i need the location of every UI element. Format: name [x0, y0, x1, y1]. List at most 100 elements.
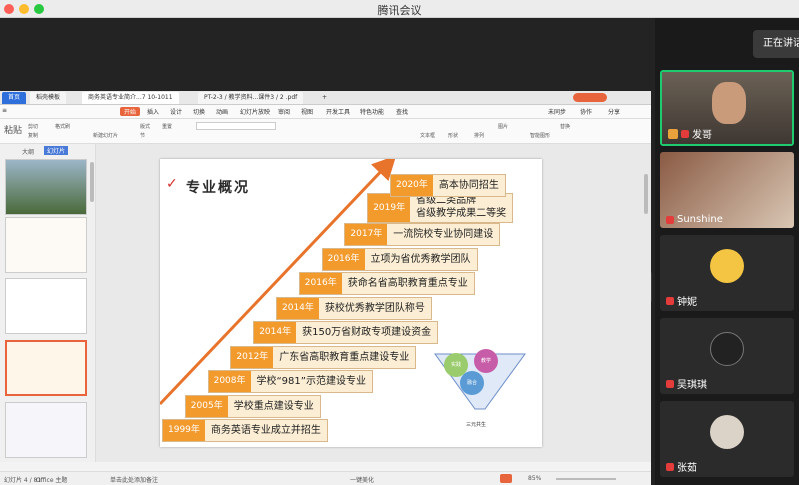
ribbon-tab-insert[interactable]: 插入	[147, 107, 159, 116]
copy-button[interactable]: 复制	[28, 132, 38, 139]
collaborate-button[interactable]: 协作	[580, 107, 592, 116]
beautify-button[interactable]: 一键美化	[350, 475, 374, 484]
mic-muted-icon	[666, 215, 674, 224]
slides-tab[interactable]: 幻灯片	[44, 146, 69, 155]
slide-thumbnail[interactable]	[5, 402, 87, 458]
ribbon-tab-view[interactable]: 视图	[301, 107, 313, 116]
ribbon-tab-design[interactable]: 设计	[170, 107, 182, 116]
participant-name: 吴琪琪	[677, 380, 707, 391]
ribbon-tab-transition[interactable]: 切换	[193, 107, 205, 116]
tab-home[interactable]: 首页	[2, 92, 27, 104]
mic-icon	[681, 129, 689, 138]
participant-tile[interactable]: Sunshine	[660, 152, 794, 228]
arrange-button[interactable]: 排列	[474, 132, 484, 139]
tab-current-ppt[interactable]: 商务英语专业简介...7 10-1011	[82, 92, 179, 104]
search-command[interactable]: 查找	[396, 107, 408, 116]
timeline-step: 2014年 获校优秀教学团队称号	[276, 296, 432, 320]
participant-tile[interactable]: 钟妮	[660, 235, 794, 311]
step-year: 2016年	[322, 248, 365, 270]
avatar	[710, 249, 744, 283]
participant-tile[interactable]: 张茹	[660, 401, 794, 477]
slide-thumbnail[interactable]	[5, 278, 87, 334]
scrollbar[interactable]	[90, 162, 94, 202]
status-bar: 幻灯片 4 / 81 Office 主题 单击此处添加备注 一键美化 85%	[0, 471, 651, 485]
step-text: 学校重点建设专业	[227, 395, 320, 417]
mic-muted-icon	[666, 379, 674, 388]
ribbon-tab-animation[interactable]: 动画	[216, 107, 228, 116]
format-painter-button[interactable]: 格式刷	[55, 123, 70, 130]
zoom-level[interactable]: 85%	[528, 475, 541, 482]
speaking-indicator: 正在讲话	[753, 30, 799, 58]
window-titlebar: 腾讯会议	[0, 0, 799, 18]
participant-tile[interactable]: 吴琪琪	[660, 318, 794, 394]
tab-pdf[interactable]: PT-2-3 / 教学资料...课件3 / 2 .pdf	[198, 92, 304, 104]
step-text: 学校“981”示范建设专业	[250, 371, 372, 392]
ribbon-tab-start[interactable]: 开始	[120, 107, 141, 116]
shape-button[interactable]: 形状	[448, 132, 458, 139]
mic-muted-icon	[666, 462, 674, 471]
participant-name: 张茹	[677, 463, 697, 474]
share-button[interactable]: 分享	[608, 107, 620, 116]
funnel-circle: 教学	[474, 349, 498, 373]
ribbon-tab-features[interactable]: 特色功能	[360, 107, 384, 116]
step-year: 2019年	[368, 193, 411, 222]
mic-muted-icon	[666, 296, 674, 305]
funnel-circle: 融合	[460, 371, 484, 395]
step-year: 2016年	[299, 273, 342, 294]
avatar	[710, 332, 744, 366]
theme-name: Office 主题	[36, 477, 68, 484]
ribbon-tab-devtools[interactable]: 开发工具	[326, 107, 350, 116]
zoom-slider[interactable]	[556, 478, 616, 480]
slide-thumbnail-selected[interactable]	[5, 340, 87, 396]
person-face	[712, 82, 746, 124]
participant-name: 钟妮	[677, 297, 697, 308]
notes-placeholder[interactable]: 单击此处添加备注	[110, 475, 158, 484]
step-text: 广东省高职教育重点建设专业	[273, 346, 416, 368]
file-menu[interactable]: ≡	[2, 107, 7, 114]
step-year: 2014年	[254, 322, 297, 343]
scrollbar[interactable]	[644, 174, 648, 214]
new-tab-button[interactable]: +	[316, 92, 333, 104]
outline-tab[interactable]: 大纲	[22, 147, 34, 156]
step-year: 2017年	[345, 224, 388, 245]
step-text: 一流院校专业协同建设	[387, 224, 500, 245]
tab-docer[interactable]: 稻壳模板	[30, 92, 67, 104]
step-text: 高本协同招生	[432, 175, 505, 196]
reset-button[interactable]: 重置	[162, 123, 172, 130]
ribbon-tab-review[interactable]: 审阅	[278, 107, 290, 116]
textbox-button[interactable]: 文本框	[420, 132, 435, 139]
slide-thumbnail[interactable]	[5, 217, 87, 273]
smartart-button[interactable]: 智能图形	[530, 132, 550, 139]
user-badge[interactable]	[573, 93, 607, 102]
step-text: 立项为省优秀教学团队	[364, 248, 477, 270]
cut-button[interactable]: 剪切	[28, 123, 38, 130]
section-button[interactable]: 节	[140, 132, 145, 139]
participant-name: 发哥	[692, 130, 712, 141]
step-text: 省级二类品牌 省级教学成果二等奖	[410, 193, 513, 222]
wps-presentation-window: 首页 稻壳模板 商务英语专业简介...7 10-1011 PT-2-3 / 教学…	[0, 91, 651, 485]
timeline-step: 2019年 省级二类品牌 省级教学成果二等奖	[367, 192, 514, 223]
slide-thumbnail[interactable]	[5, 159, 87, 215]
sync-status[interactable]: 未同步	[548, 107, 566, 116]
paste-button[interactable]: 粘贴	[4, 123, 22, 136]
step-year: 1999年	[163, 420, 205, 441]
play-icon[interactable]	[500, 474, 512, 483]
timeline-step: 2020年 高本协同招生	[390, 174, 506, 197]
new-slide-button[interactable]: 新建幻灯片	[93, 132, 118, 139]
slide[interactable]: ✓ 专业概况 1999年 商务英语专业成立并招生 2005年 学校重点建设专业 2008…	[160, 159, 542, 447]
step-year: 2008年	[208, 371, 251, 392]
participant-tile[interactable]: 发哥	[660, 70, 794, 146]
font-select[interactable]	[196, 122, 276, 130]
replace-button[interactable]: 替换	[560, 123, 570, 130]
step-text: 商务英语专业成立并招生	[204, 420, 327, 441]
ribbon-tab-slideshow[interactable]: 幻灯片放映	[240, 107, 270, 116]
step-year: 2012年	[231, 346, 274, 368]
timeline-step: 2016年 获命名省高职教育重点专业	[298, 272, 475, 295]
font-format-row	[196, 133, 396, 141]
layout-button[interactable]: 版式	[140, 123, 150, 130]
timeline-step: 2016年 立项为省优秀教学团队	[321, 247, 478, 271]
document-tab-bar: 首页 稻壳模板 商务英语专业简介...7 10-1011 PT-2-3 / 教学…	[0, 91, 651, 105]
step-year: 2005年	[185, 395, 228, 417]
step-year: 2020年	[391, 175, 433, 196]
picture-button[interactable]: 图片	[498, 123, 508, 130]
